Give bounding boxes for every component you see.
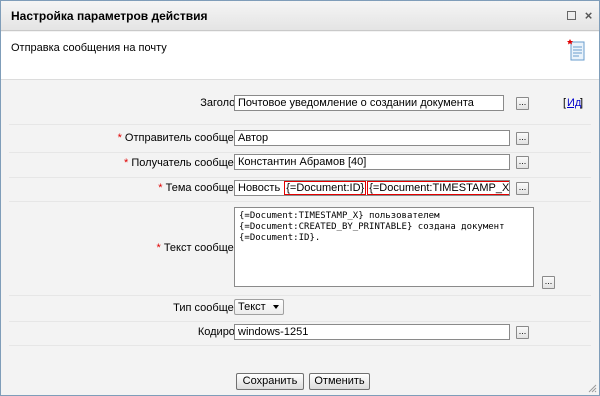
subject-picker-button[interactable]: ... bbox=[516, 97, 529, 110]
dialog-header: Отправка сообщения на почту bbox=[1, 32, 599, 80]
row-divider bbox=[9, 345, 591, 346]
dropdown-arrow-icon bbox=[273, 305, 279, 309]
topic-token-document-id: {=Document:ID} bbox=[284, 181, 367, 195]
dialog-titlebar[interactable]: Настройка параметров действия × bbox=[1, 1, 599, 31]
row-divider bbox=[9, 177, 591, 178]
row-divider bbox=[9, 201, 591, 202]
sender-input[interactable]: Автор bbox=[234, 130, 510, 146]
sender-picker-button[interactable]: ... bbox=[516, 132, 529, 145]
dialog-title: Настройка параметров действия bbox=[11, 9, 208, 23]
close-icon[interactable]: × bbox=[583, 9, 594, 22]
maximize-icon[interactable] bbox=[567, 11, 576, 20]
subject-input[interactable]: Почтовое уведомление о создании документ… bbox=[234, 95, 504, 111]
encoding-input[interactable]: windows-1251 bbox=[234, 324, 510, 340]
body-textarea[interactable]: {=Document:TIMESTAMP_X} пользователем {=… bbox=[234, 207, 534, 287]
encoding-picker-button[interactable]: ... bbox=[516, 326, 529, 339]
topic-token-document-timestamp: {=Document:TIMESTAMP_X} bbox=[367, 181, 509, 195]
body-picker-button[interactable]: ... bbox=[542, 276, 555, 289]
row-divider bbox=[9, 321, 591, 322]
recipient-input[interactable]: Константин Абрамов [40] bbox=[234, 154, 510, 170]
form-area: Заголовок: Почтовое уведомление о создан… bbox=[1, 81, 599, 367]
action-settings-dialog: Настройка параметров действия × Отправка… bbox=[0, 0, 600, 396]
topic-picker-button[interactable]: ... bbox=[516, 182, 529, 195]
dialog-footer: Сохранить Отменить bbox=[1, 367, 599, 395]
message-type-select[interactable]: Текст bbox=[234, 299, 284, 315]
row-divider bbox=[9, 124, 591, 125]
resize-grip-icon[interactable] bbox=[587, 383, 597, 393]
document-icon bbox=[567, 39, 585, 61]
cancel-button[interactable]: Отменить bbox=[309, 373, 370, 390]
id-link-open-bracket: [ bbox=[563, 97, 567, 109]
id-link-close-bracket: ] bbox=[580, 97, 584, 109]
message-type-value: Текст bbox=[238, 301, 266, 313]
row-divider bbox=[9, 295, 591, 296]
recipient-picker-button[interactable]: ... bbox=[516, 156, 529, 169]
topic-input[interactable]: Новость {=Document:ID} {=Document:TIMESTA… bbox=[234, 180, 510, 196]
topic-prefix: Новость bbox=[238, 182, 284, 194]
row-divider bbox=[9, 152, 591, 153]
action-description: Отправка сообщения на почту bbox=[11, 42, 167, 54]
save-button[interactable]: Сохранить bbox=[236, 373, 304, 390]
